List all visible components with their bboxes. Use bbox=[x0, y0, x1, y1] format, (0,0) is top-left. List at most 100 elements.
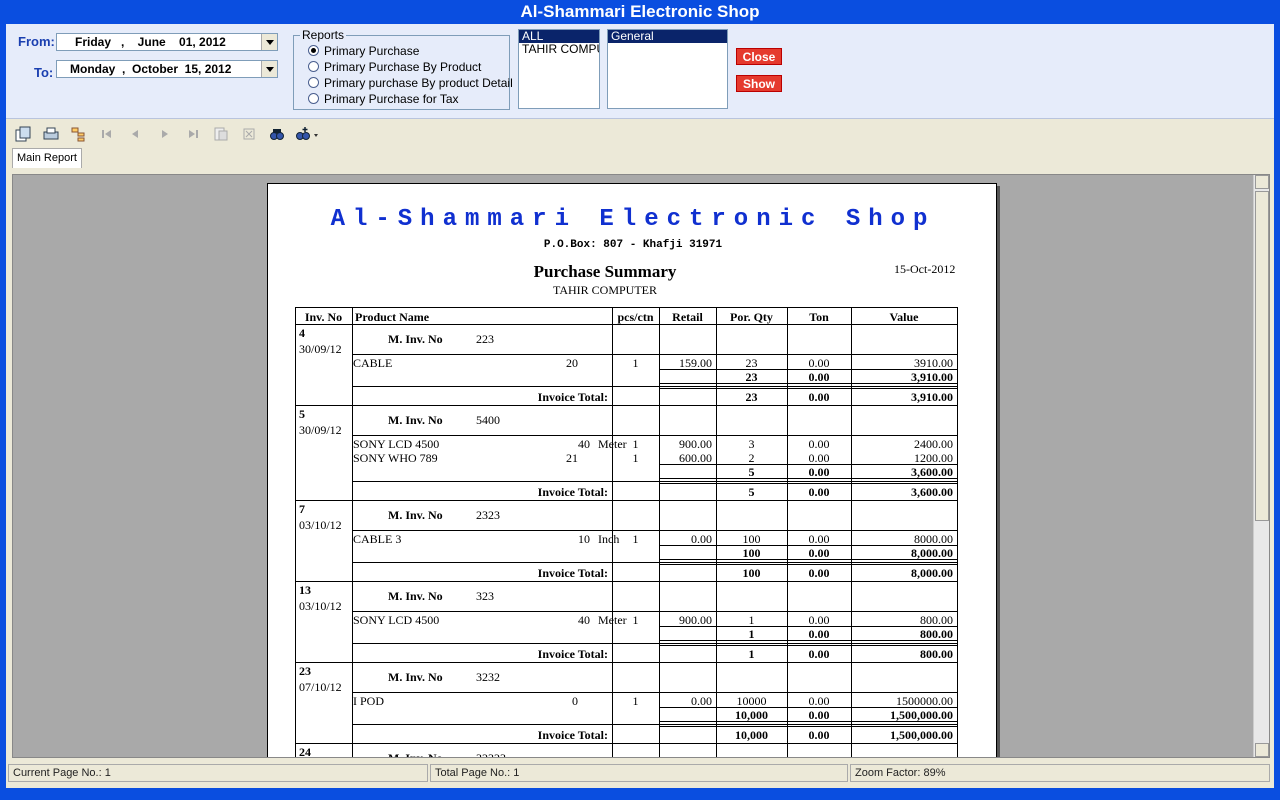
tab-main-report[interactable]: Main Report bbox=[12, 148, 82, 168]
current-page-status: Current Page No.: 1 bbox=[8, 764, 428, 782]
reports-legend: Reports bbox=[302, 28, 345, 42]
table-rule bbox=[716, 405, 717, 435]
close-button[interactable]: Close bbox=[736, 48, 782, 65]
table-rule bbox=[352, 500, 353, 581]
table-rule bbox=[851, 435, 852, 482]
from-label: From: bbox=[18, 34, 55, 49]
table-rule bbox=[851, 581, 852, 611]
table-rule bbox=[612, 692, 613, 725]
scroll-thumb[interactable] bbox=[1255, 191, 1269, 521]
to-date-value: Monday , October 15, 2012 bbox=[70, 62, 232, 76]
first-page-icon[interactable] bbox=[98, 126, 116, 142]
supplier-listbox[interactable]: ALLTAHIR COMPUTER bbox=[518, 29, 600, 109]
table-rule bbox=[295, 307, 957, 308]
table-rule bbox=[957, 324, 958, 405]
invoice-total-label: Invoice Total: bbox=[537, 566, 608, 580]
table-rule bbox=[787, 581, 788, 611]
to-date-picker[interactable]: Monday , October 15, 2012 bbox=[56, 60, 278, 78]
report-supplier: TAHIR COMPUTER bbox=[552, 283, 658, 297]
table-rule bbox=[851, 724, 852, 743]
table-rule bbox=[716, 611, 717, 644]
table-rule bbox=[716, 500, 717, 530]
goto-page-icon[interactable] bbox=[212, 126, 230, 142]
report-option-radio[interactable]: Primary purchase By product Detail bbox=[308, 76, 513, 90]
zoom-icon[interactable] bbox=[294, 126, 320, 142]
last-page-icon[interactable] bbox=[184, 126, 202, 142]
report-option-label: Primary Purchase bbox=[324, 44, 420, 58]
minv-value: 5400 bbox=[476, 413, 500, 427]
table-rule bbox=[659, 383, 957, 384]
table-rule bbox=[295, 581, 957, 582]
table-rule bbox=[352, 643, 957, 644]
from-date-dropdown-icon[interactable] bbox=[261, 34, 277, 50]
scroll-up-icon[interactable] bbox=[1255, 175, 1269, 189]
invoice-number: 5 bbox=[299, 407, 305, 421]
table-rule bbox=[716, 562, 717, 581]
table-rule bbox=[659, 478, 957, 479]
to-date-dropdown-icon[interactable] bbox=[261, 61, 277, 77]
table-rule bbox=[716, 354, 717, 387]
table-rule bbox=[612, 724, 613, 743]
invoice-date: 30/09/12 bbox=[299, 423, 342, 437]
table-rule bbox=[352, 581, 353, 662]
table-rule bbox=[851, 324, 852, 354]
group-tree-icon[interactable] bbox=[70, 126, 88, 142]
minv-label: M. Inv. No bbox=[388, 508, 443, 522]
find-icon[interactable] bbox=[268, 126, 286, 142]
print-icon[interactable] bbox=[42, 126, 60, 142]
table-rule bbox=[851, 692, 852, 725]
table-rule bbox=[716, 435, 717, 482]
table-rule bbox=[612, 324, 613, 354]
table-rule bbox=[851, 643, 852, 662]
report-option-radio[interactable]: Primary Purchase for Tax bbox=[308, 92, 459, 106]
app-frame: From: Friday , June 01, 2012 To: Monday … bbox=[6, 24, 1274, 788]
table-rule bbox=[787, 692, 788, 725]
table-rule bbox=[957, 743, 958, 757]
prev-page-icon[interactable] bbox=[126, 126, 144, 142]
table-rule bbox=[612, 405, 613, 435]
radio-icon[interactable] bbox=[308, 61, 319, 72]
report-po-box: P.O.Box: 807 - Khafji 31971 bbox=[543, 239, 723, 251]
invoice-total-value: 3,600.00 bbox=[911, 485, 953, 499]
table-rule bbox=[787, 405, 788, 435]
table-rule bbox=[659, 662, 660, 692]
table-rule bbox=[716, 530, 717, 563]
table-rule bbox=[787, 724, 788, 743]
table-rule bbox=[612, 662, 613, 692]
table-rule bbox=[787, 435, 788, 482]
report-viewer[interactable]: Al-Shammari Electronic Shop P.O.Box: 807… bbox=[12, 174, 1270, 758]
table-rule bbox=[612, 481, 613, 500]
show-button[interactable]: Show bbox=[736, 75, 782, 92]
radio-icon[interactable] bbox=[308, 45, 319, 56]
minv-label: M. Inv. No bbox=[388, 670, 443, 684]
list-item[interactable]: TAHIR COMPUTER bbox=[519, 43, 599, 56]
table-rule bbox=[716, 307, 717, 324]
stop-icon[interactable] bbox=[240, 126, 258, 142]
minv-label: M. Inv. No bbox=[388, 589, 443, 603]
table-rule bbox=[787, 354, 788, 387]
invoice-number: 4 bbox=[299, 326, 305, 340]
table-rule bbox=[659, 645, 957, 646]
minv-label: M. Inv. No bbox=[388, 332, 443, 346]
from-date-picker[interactable]: Friday , June 01, 2012 bbox=[56, 33, 278, 51]
radio-icon[interactable] bbox=[308, 93, 319, 104]
export-icon[interactable] bbox=[14, 126, 32, 142]
table-rule bbox=[659, 500, 660, 530]
minv-value: 2323 bbox=[476, 508, 500, 522]
report-option-radio[interactable]: Primary Purchase bbox=[308, 44, 419, 58]
vertical-scrollbar[interactable] bbox=[1253, 175, 1269, 757]
invoice-total-label: Invoice Total: bbox=[537, 485, 608, 499]
scroll-down-icon[interactable] bbox=[1255, 743, 1269, 757]
radio-icon[interactable] bbox=[308, 77, 319, 88]
table-rule bbox=[659, 530, 660, 563]
report-shop-name: Al-Shammari Electronic Shop bbox=[330, 206, 936, 233]
table-rule bbox=[295, 500, 296, 581]
report-option-radio[interactable]: Primary Purchase By Product bbox=[308, 60, 481, 74]
list-item[interactable]: General bbox=[608, 30, 727, 43]
table-rule bbox=[612, 611, 613, 644]
table-rule bbox=[295, 324, 296, 405]
next-page-icon[interactable] bbox=[156, 126, 174, 142]
invoice-total-label: Invoice Total: bbox=[537, 728, 608, 742]
table-rule bbox=[295, 662, 957, 663]
group-listbox[interactable]: General bbox=[607, 29, 728, 109]
